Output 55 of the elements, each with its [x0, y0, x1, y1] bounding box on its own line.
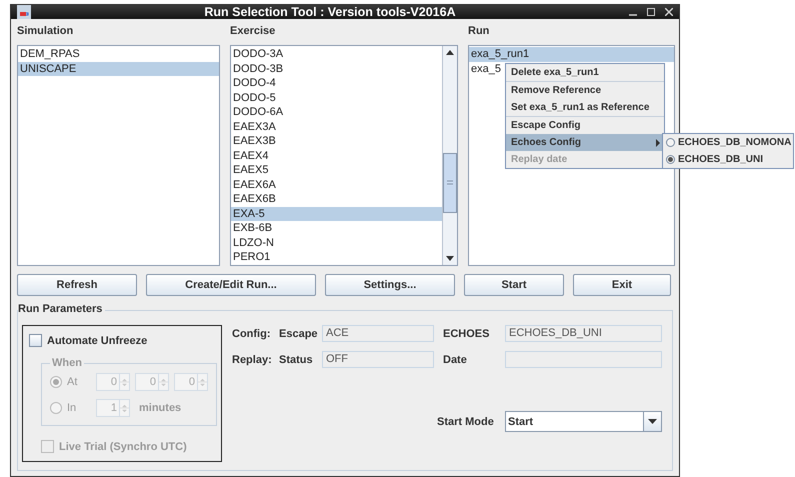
menu-item[interactable]: Delete exa_5_run1: [506, 64, 664, 81]
value-field[interactable]: ACE: [322, 325, 434, 342]
list-item[interactable]: PERO1: [231, 250, 442, 264]
action-button[interactable]: Start: [464, 274, 564, 296]
automate-unfreeze-checkbox[interactable]: Automate Unfreeze: [29, 334, 215, 347]
list-item[interactable]: DODO-3B: [231, 62, 442, 76]
list-item[interactable]: DODO-3A: [231, 47, 442, 62]
menu-item[interactable]: Set exa_5_run1 as Reference: [506, 99, 664, 116]
list-item[interactable]: EAEX5: [231, 163, 442, 178]
action-button[interactable]: Exit: [573, 274, 671, 296]
close-icon[interactable]: [665, 8, 673, 16]
list-item[interactable]: UNISCAPE: [18, 62, 219, 76]
list-item[interactable]: LDZO-N: [231, 236, 442, 250]
field-label: ECHOES: [442, 328, 490, 340]
list-item[interactable]: EXB-6B: [231, 221, 442, 236]
value-field[interactable]: OFF: [322, 351, 434, 368]
value-field[interactable]: [505, 351, 662, 368]
start-mode-dropdown[interactable]: Start: [505, 411, 662, 432]
list-item[interactable]: DEM_RPAS: [18, 47, 219, 62]
list-item[interactable]: EXA-5: [231, 206, 442, 221]
group-title: Run Parameters: [18, 303, 106, 315]
window-title: Run Selection Tool : Version tools-V2016A: [203, 5, 457, 19]
field-label: Start Mode: [437, 416, 495, 428]
list-item[interactable]: DODO-5: [231, 90, 442, 105]
unit-label: minutes: [139, 402, 182, 414]
radio-menu-item[interactable]: ECHOES_DB_NOMONA: [663, 134, 793, 151]
column-label: Simulation: [17, 25, 74, 39]
list-item[interactable]: EAEX3A: [231, 120, 442, 134]
action-button[interactable]: Refresh: [17, 274, 137, 296]
list-item[interactable]: EAEX4: [231, 148, 442, 163]
radio-menu-item[interactable]: ECHOES_DB_UNI: [663, 151, 793, 168]
value-field[interactable]: ECHOES_DB_UNI: [505, 325, 662, 342]
action-button[interactable]: Create/Edit Run...: [146, 274, 316, 296]
menu-item[interactable]: Remove Reference: [506, 82, 664, 99]
maximize-icon[interactable]: [647, 8, 655, 16]
field-label: Replay:: [232, 354, 273, 366]
field-label: Status: [279, 354, 314, 366]
submenu-arrow-icon: [656, 138, 660, 146]
list-item[interactable]: EAEX6A: [231, 178, 442, 192]
list-item[interactable]: DODO-4: [231, 76, 442, 90]
list-item[interactable]: EAEX6B: [231, 192, 442, 206]
column-label: Run: [468, 25, 490, 39]
list-item[interactable]: EAEX3B: [231, 134, 442, 148]
column-label: Exercise: [230, 25, 276, 39]
group-title: When: [51, 357, 83, 369]
list-item[interactable]: exa_5_run1: [469, 47, 674, 62]
action-button[interactable]: Settings...: [325, 274, 455, 296]
menu-item[interactable]: Echoes Config: [506, 134, 664, 151]
scrollbar-thumb[interactable]: [443, 153, 457, 214]
field-label: Escape: [279, 328, 319, 340]
field-label: Config:: [232, 328, 272, 340]
list-item[interactable]: DODO-6A: [231, 105, 442, 120]
field-label: Date: [442, 354, 468, 366]
caret-icon: [648, 419, 657, 424]
menu-item[interactable]: Escape Config: [506, 117, 664, 134]
